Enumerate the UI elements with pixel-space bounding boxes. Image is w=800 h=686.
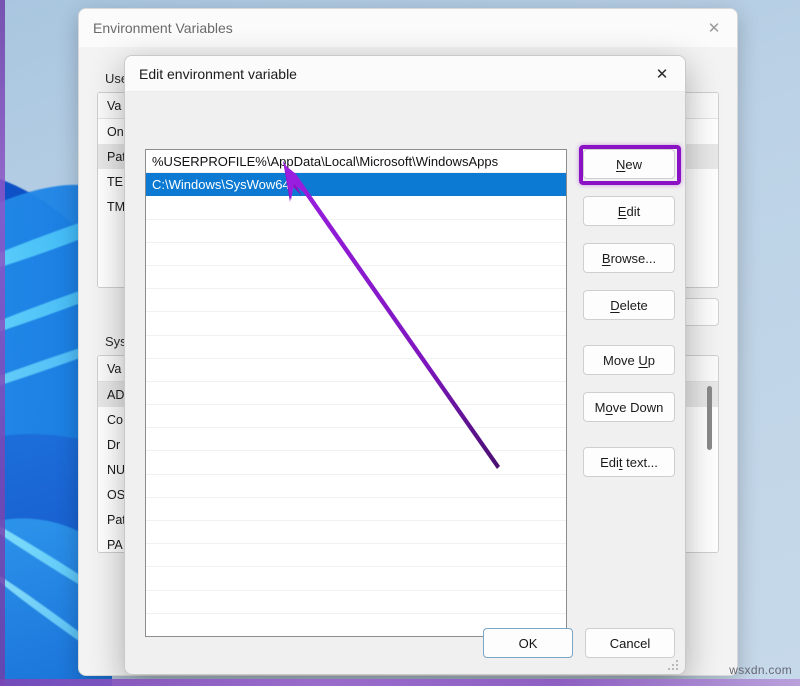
list-item[interactable] <box>146 475 566 498</box>
dialog-body: %USERPROFILE%\AppData\Local\Microsoft\Wi… <box>125 92 685 674</box>
cancel-button[interactable]: Cancel <box>585 628 675 658</box>
dialog-footer: OK Cancel <box>125 614 685 674</box>
move-down-button-label: Move Down <box>594 399 664 415</box>
browse-button[interactable]: Browse... <box>583 243 675 273</box>
environment-variables-titlebar: Environment Variables ✕ <box>79 9 737 47</box>
list-item[interactable] <box>146 336 566 359</box>
list-item[interactable] <box>146 382 566 406</box>
screen: Environment Variables ✕ User Va On Pat T… <box>0 0 800 686</box>
path-entries-listbox[interactable]: %USERPROFILE%\AppData\Local\Microsoft\Wi… <box>145 149 567 637</box>
ok-button-label: OK <box>518 635 538 651</box>
dialog-side-buttons: New Edit Browse... Delete Move Up Move D… <box>583 149 675 494</box>
list-item[interactable] <box>146 498 566 521</box>
close-icon[interactable]: ✕ <box>691 9 737 47</box>
list-item[interactable]: %USERPROFILE%\AppData\Local\Microsoft\Wi… <box>146 150 566 174</box>
list-item[interactable] <box>146 196 566 220</box>
ok-button[interactable]: OK <box>483 628 573 658</box>
scrollbar-thumb[interactable] <box>707 386 712 450</box>
edit-text-button[interactable]: Edit text... <box>583 447 675 477</box>
list-item-selected[interactable]: C:\Windows\SysWow64\ <box>146 173 566 197</box>
list-item[interactable] <box>146 544 566 568</box>
list-item[interactable] <box>146 405 566 429</box>
edit-button[interactable]: Edit <box>583 196 675 226</box>
list-item[interactable] <box>146 567 566 591</box>
new-button-annotation-highlight <box>579 145 681 185</box>
list-item[interactable] <box>146 591 566 614</box>
edit-text-button-label: Edit text... <box>600 454 658 470</box>
list-item[interactable] <box>146 220 566 243</box>
delete-button-label: Delete <box>610 297 648 313</box>
screen-edge-bottom <box>0 679 800 686</box>
delete-button[interactable]: Delete <box>583 290 675 320</box>
environment-variables-title: Environment Variables <box>93 20 233 36</box>
list-item[interactable] <box>146 243 566 266</box>
list-item[interactable] <box>146 451 566 475</box>
dialog-titlebar: Edit environment variable ✕ <box>125 56 685 92</box>
close-icon[interactable]: ✕ <box>639 56 685 92</box>
list-item[interactable] <box>146 359 566 382</box>
scrollbar[interactable] <box>704 382 716 550</box>
list-item[interactable] <box>146 266 566 290</box>
watermark: wsxdn.com <box>729 663 792 677</box>
move-up-button-label: Move Up <box>602 352 656 368</box>
move-down-button[interactable]: Move Down <box>583 392 675 422</box>
list-item[interactable] <box>146 312 566 336</box>
list-item[interactable] <box>146 428 566 452</box>
edit-environment-variable-dialog: Edit environment variable ✕ %USERPROFILE… <box>124 55 686 675</box>
resize-grip[interactable] <box>668 660 680 672</box>
dialog-title: Edit environment variable <box>139 65 297 82</box>
cancel-button-label: Cancel <box>609 635 651 651</box>
edit-button-label: Edit <box>617 203 641 219</box>
list-item[interactable] <box>146 289 566 313</box>
screen-edge-left <box>0 0 5 686</box>
list-item[interactable] <box>146 521 566 545</box>
browse-button-label: Browse... <box>601 250 657 266</box>
move-up-button[interactable]: Move Up <box>583 345 675 375</box>
